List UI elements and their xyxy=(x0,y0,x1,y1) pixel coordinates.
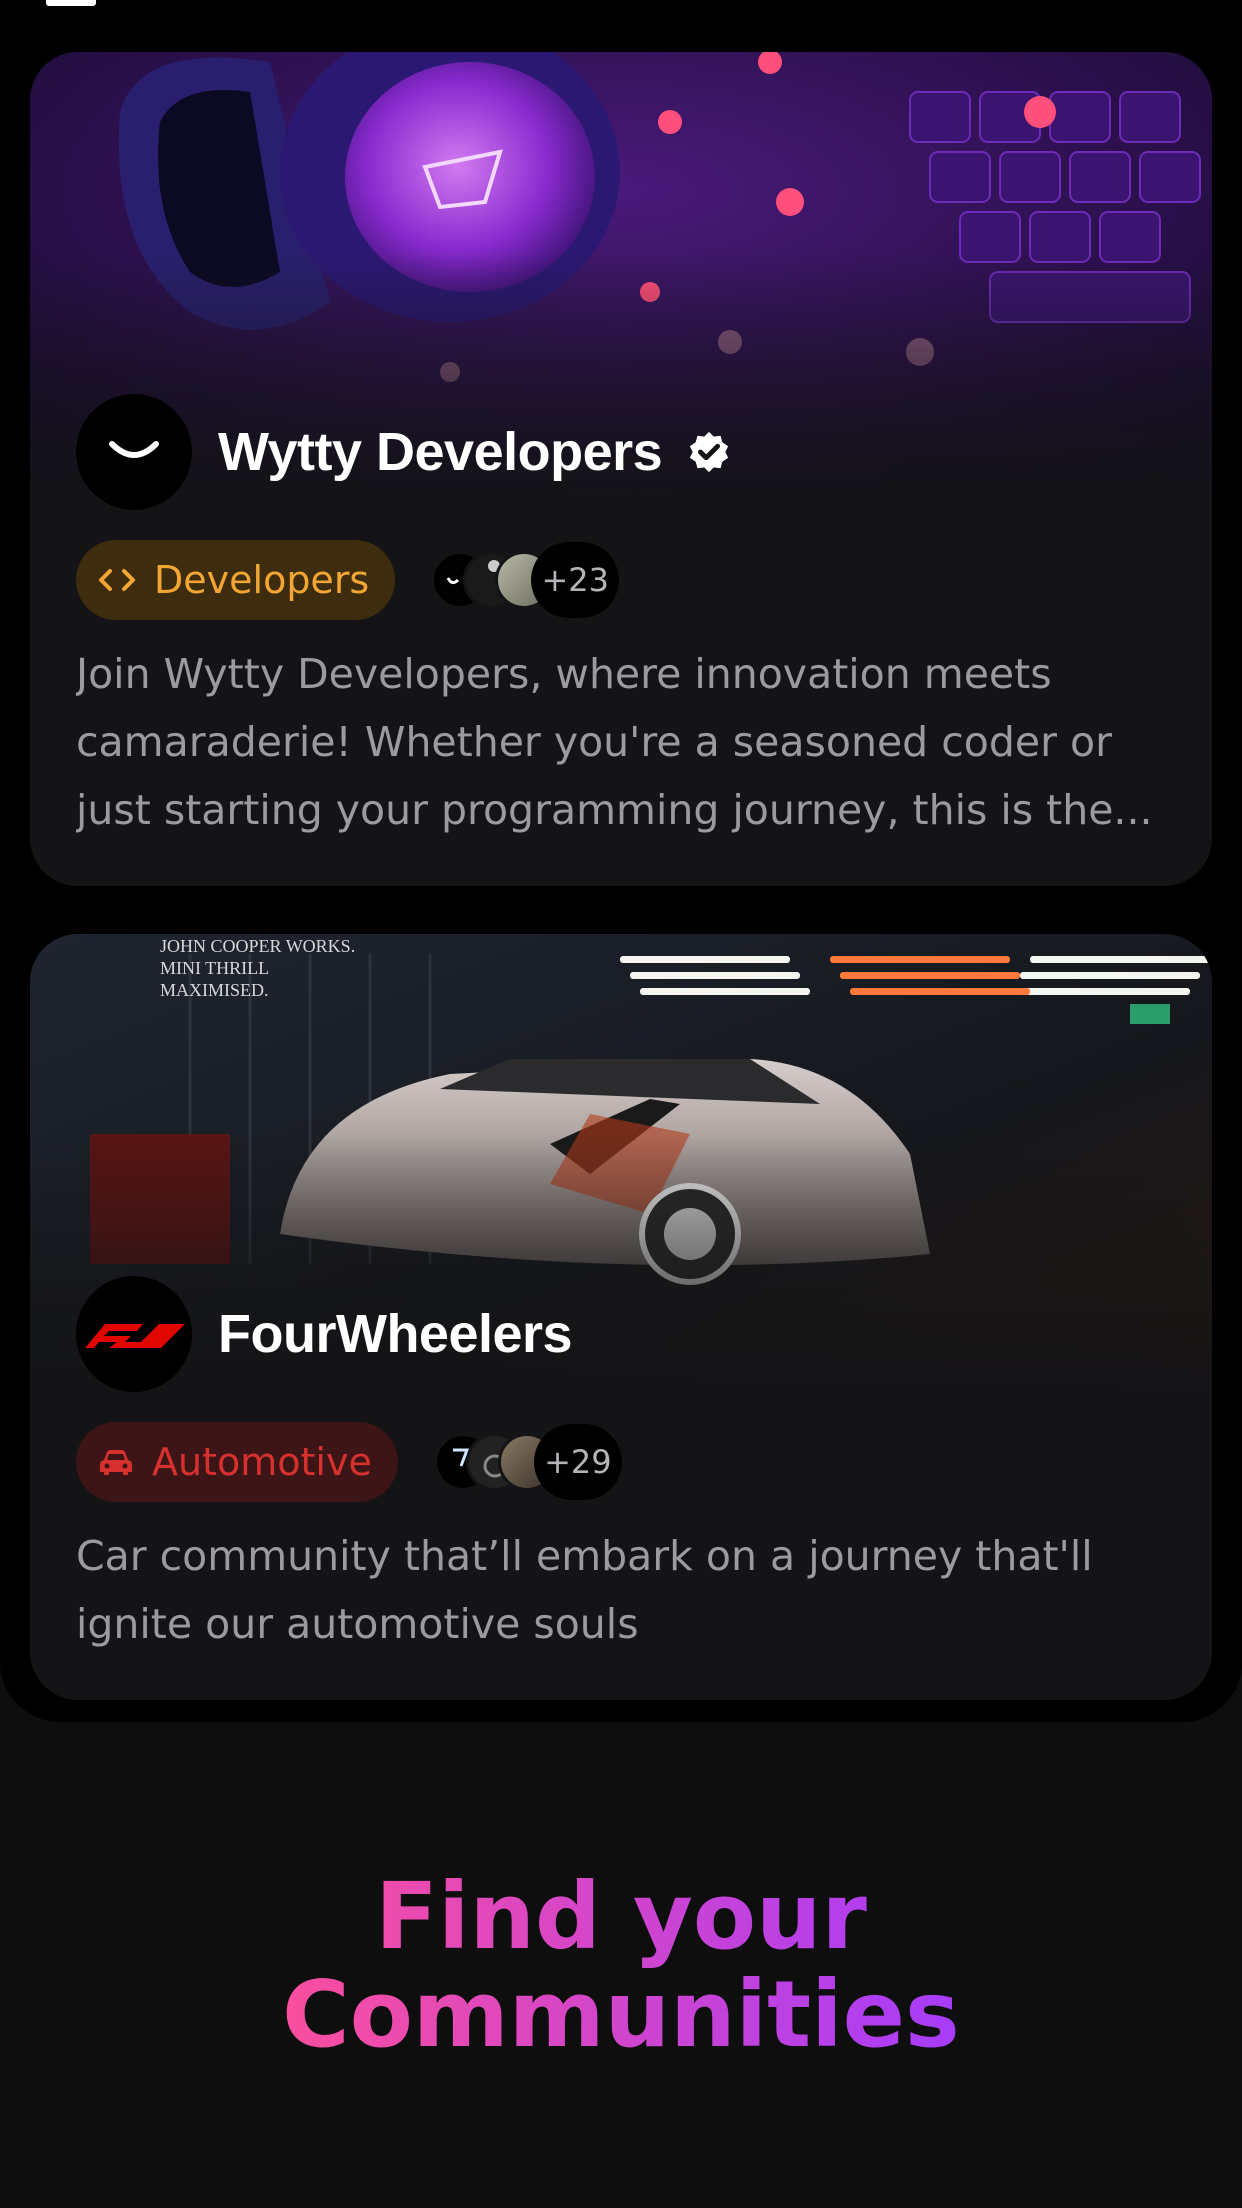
f1-logo-icon xyxy=(85,1324,185,1348)
svg-text:MAXIMISED.: MAXIMISED. xyxy=(160,980,269,1000)
smile-logo-icon xyxy=(109,441,159,458)
community-header: FourWheelers xyxy=(76,1276,573,1392)
community-meta-row: Developers +23 xyxy=(76,540,620,620)
category-label: Developers xyxy=(154,558,370,602)
member-avatars[interactable]: +23 xyxy=(431,542,620,618)
car-icon xyxy=(98,1447,134,1477)
community-logo xyxy=(76,1276,192,1392)
community-meta-row: Automotive +29 xyxy=(76,1422,622,1502)
verified-badge-icon xyxy=(690,431,729,473)
category-label: Automotive xyxy=(152,1440,372,1484)
community-logo xyxy=(76,394,192,510)
community-card-fourwheelers[interactable]: JOHN COOPER WORKS. MINI THRILL MAXIMISED… xyxy=(30,934,1212,1700)
member-avatars[interactable]: +29 xyxy=(433,1424,622,1500)
member-overflow-count: +23 xyxy=(531,542,620,618)
tagline-line-2: Communities xyxy=(282,1961,960,2068)
top-indicator xyxy=(46,0,96,6)
communities-list: Wytty Developers Developers +23 Join Wyt… xyxy=(0,0,1242,1722)
tagline-line-1: Find your xyxy=(375,1863,867,1970)
category-tag[interactable]: Developers xyxy=(76,540,396,620)
community-header: Wytty Developers xyxy=(76,394,732,510)
svg-text:JOHN COOPER WORKS.: JOHN COOPER WORKS. xyxy=(160,936,355,956)
tagline-heading: Find your Communities xyxy=(0,1868,1242,2064)
community-name: FourWheelers xyxy=(218,1304,573,1364)
community-name: Wytty Developers xyxy=(218,422,663,482)
category-tag[interactable]: Automotive xyxy=(76,1422,398,1502)
community-card-wytty-developers[interactable]: Wytty Developers Developers +23 Join Wyt… xyxy=(30,52,1212,886)
community-description: Join Wytty Developers, where innovation … xyxy=(76,650,1153,834)
member-overflow-count: +29 xyxy=(533,1424,622,1500)
community-description: Car community that’ll embark on a journe… xyxy=(76,1532,1093,1648)
code-icon xyxy=(98,565,136,595)
svg-text:MINI THRILL: MINI THRILL xyxy=(160,958,269,978)
